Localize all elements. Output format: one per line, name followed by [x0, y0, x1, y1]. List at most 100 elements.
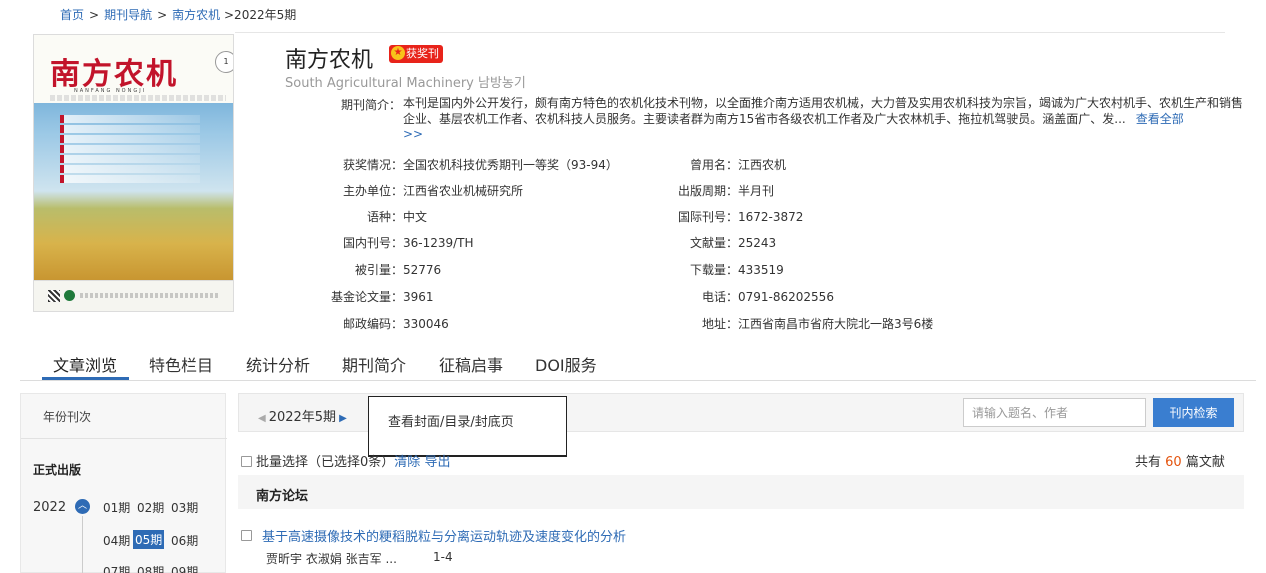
total-count-number: 60	[1165, 455, 1182, 470]
export-link[interactable]: 导出	[424, 455, 450, 470]
info-value: 1672-3872	[738, 210, 804, 224]
section-title: 南方论坛	[256, 489, 309, 504]
info-value: 52776	[403, 263, 442, 277]
cover-headlines	[60, 115, 200, 185]
info-label: 曾用名：	[689, 158, 738, 172]
info-row: 语种：中文	[330, 208, 427, 225]
breadcrumb: 首页 > 期刊导航 > 南方农机 >2022年5期	[60, 6, 296, 23]
info-label: 邮政编码：	[342, 317, 403, 331]
info-row: 地址：江西省南昌市省府大院北一路3号6楼	[666, 315, 933, 332]
breadcrumb-home-link[interactable]: 首页	[60, 8, 84, 22]
info-row: 电话：0791-86202556	[666, 288, 834, 305]
info-label: 主办单位：	[342, 184, 403, 198]
info-value: 36-1239/TH	[403, 236, 474, 250]
in-journal-search-button[interactable]: 刊内检索	[1153, 398, 1234, 427]
header-divider	[235, 32, 1225, 33]
cover-footer-text	[80, 293, 220, 298]
article-title-link[interactable]: 基于高速摄像技术的粳稻脱粒与分离运动轨迹及速度变化的分析	[262, 526, 626, 545]
qr-code-icon	[48, 290, 60, 302]
batch-select: 批量选择（已选择0条）清除 导出	[241, 451, 450, 470]
award-badge: ★ 获奖刊	[389, 45, 443, 63]
info-row: 国内刊号：36-1239/TH	[330, 234, 474, 251]
info-label: 语种：	[366, 210, 403, 224]
batch-select-label: 批量选择（已选择0条）	[256, 455, 395, 470]
info-value: 中文	[403, 210, 428, 224]
total-count: 共有 60 篇文献	[1135, 455, 1225, 470]
tab-journal-intro[interactable]: 期刊简介	[342, 352, 406, 376]
breadcrumb-separator: >	[157, 8, 168, 22]
intro-label: 期刊简介：	[341, 98, 402, 112]
info-label: 电话：	[701, 290, 738, 304]
info-label: 基金论文量：	[330, 290, 403, 304]
cover-header-strip	[50, 95, 226, 101]
issue-02[interactable]: 02期	[135, 498, 166, 517]
tab-article-browse[interactable]: 文章浏览	[53, 352, 117, 376]
tab-featured-columns[interactable]: 特色栏目	[149, 352, 213, 376]
tab-statistics[interactable]: 统计分析	[246, 352, 310, 376]
tab-doi-service[interactable]: DOI服务	[535, 352, 597, 376]
info-row: 下载量：433519	[666, 261, 784, 278]
issue-01[interactable]: 01期	[101, 498, 132, 517]
info-value: 25243	[738, 236, 777, 250]
cover-pinyin: NANFANG NONGJI	[74, 88, 147, 94]
info-row: 国际刊号：1672-3872	[666, 208, 803, 225]
batch-select-checkbox[interactable]	[241, 456, 252, 467]
issue-06[interactable]: 06期	[169, 531, 200, 550]
search-input[interactable]	[963, 398, 1146, 427]
breadcrumb-current: >2022年5期	[224, 8, 297, 22]
issue-05-selected[interactable]: 05期	[133, 530, 165, 549]
info-value: 3961	[403, 290, 434, 304]
section-header-bar	[238, 475, 1244, 509]
intro-text: 本刊是国内外公开发行，颇有南方特色的农机化技术刊物，以全面推介南方适用农机械，大…	[403, 96, 1244, 126]
info-row: 出版周期：半月刊	[666, 182, 774, 199]
year-issue-sidebar: 年份刊次 正式出版 2022 ︿ 01期 02期 03期 04期 05期 06期…	[20, 393, 227, 573]
issue-09[interactable]: 09期	[169, 562, 200, 573]
article-authors: 贾昕宇 衣淑娟 张吉军 ...	[266, 552, 397, 566]
issue-04[interactable]: 04期	[101, 531, 132, 550]
breadcrumb-nav-link[interactable]: 期刊导航	[104, 8, 152, 22]
info-label: 文献量：	[689, 236, 738, 250]
info-row: 获奖情况：全国农机科技优秀期刊一等奖（93-94）	[330, 156, 618, 173]
article-checkbox[interactable]	[241, 530, 252, 541]
info-value: 全国农机科技优秀期刊一等奖（93-94）	[403, 158, 618, 172]
issue-03[interactable]: 03期	[169, 498, 200, 517]
journal-cover-image[interactable]: 南方农机 1 NANFANG NONGJI	[33, 34, 234, 312]
issue-selector[interactable]: ◀ 2022年5期 ▶	[258, 406, 347, 425]
info-value: 433519	[738, 263, 784, 277]
star-icon: ★	[391, 46, 405, 60]
tabs-divider	[20, 380, 1256, 381]
info-label: 获奖情况：	[342, 158, 403, 172]
issue-07[interactable]: 07期	[101, 562, 132, 573]
sidebar-header: 年份刊次	[21, 394, 227, 439]
view-all-link[interactable]: 查看全部	[1136, 112, 1184, 126]
info-row: 基金论文量：3961	[330, 288, 434, 305]
year-label[interactable]: 2022	[33, 500, 66, 515]
info-value: 江西农机	[738, 158, 787, 172]
info-row: 被引量：52776	[330, 261, 441, 278]
breadcrumb-journal-link[interactable]: 南方农机	[172, 8, 220, 22]
info-label: 地址：	[701, 317, 738, 331]
current-issue-label: 2022年5期	[268, 410, 337, 425]
info-label: 被引量：	[354, 263, 403, 277]
chevron-up-icon[interactable]: ︿	[75, 499, 90, 514]
caret-left-icon[interactable]: ◀	[258, 413, 266, 424]
info-value: 半月刊	[738, 184, 775, 198]
more-link[interactable]: >>	[403, 127, 1248, 143]
info-label: 国际刊号：	[677, 210, 738, 224]
clear-link[interactable]: 清除	[394, 455, 420, 470]
info-row: 曾用名：江西农机	[666, 156, 786, 173]
cover-issue-number: 1	[215, 51, 233, 73]
publisher-logo-icon	[64, 290, 75, 301]
view-cover-toc-link[interactable]: 查看封面/目录/封底页	[388, 411, 514, 430]
info-label: 下载量：	[689, 263, 738, 277]
journal-intro: 本刊是国内外公开发行，颇有南方特色的农机化技术刊物，以全面推介南方适用农机械，大…	[403, 96, 1248, 143]
info-value: 330046	[403, 317, 449, 331]
official-publication-label: 正式出版	[33, 463, 82, 477]
cover-title: 南方农机	[50, 57, 178, 92]
info-row: 主办单位：江西省农业机械研究所	[330, 182, 523, 199]
breadcrumb-separator: >	[89, 8, 100, 22]
tab-call-for-papers[interactable]: 征稿启事	[439, 352, 503, 376]
journal-title: 南方农机	[285, 48, 374, 73]
issue-08[interactable]: 08期	[135, 562, 166, 573]
caret-right-icon[interactable]: ▶	[339, 413, 347, 424]
